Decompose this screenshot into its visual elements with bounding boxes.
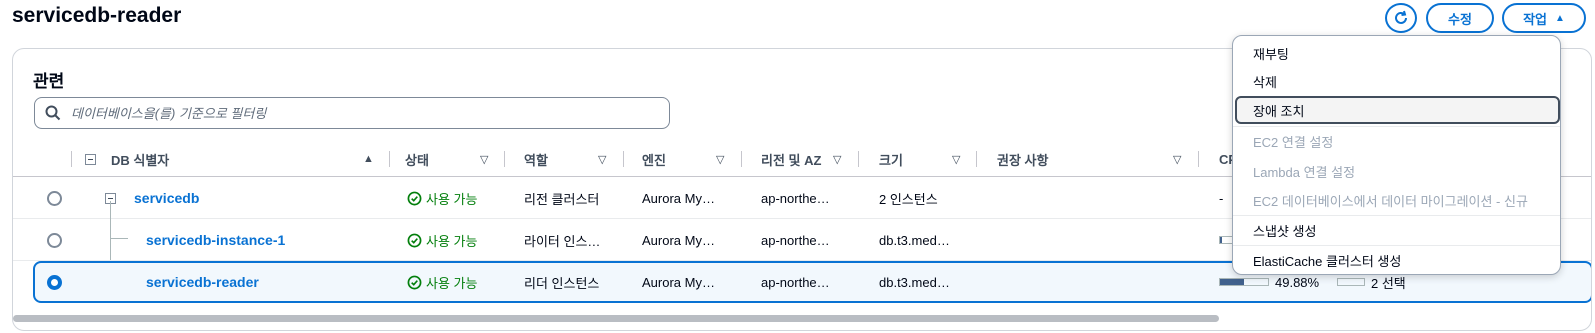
check-circle-icon	[407, 233, 422, 247]
status-badge: 사용 가능	[407, 219, 477, 261]
menu-item-lambda-connection: Lambda 연결 설정	[1253, 164, 1356, 180]
card-title: 관련	[33, 72, 65, 91]
menu-item-create-snapshot[interactable]: 스냅샷 생성	[1235, 216, 1560, 244]
size-cell: db.t3.med…	[879, 232, 950, 248]
status-text: 사용 가능	[426, 275, 478, 291]
menu-item-ec2-migration: EC2 데이터베이스에서 데이터 마이그레이션 - 신규	[1253, 193, 1528, 209]
column-separator	[623, 151, 624, 167]
sort-icon[interactable]: ▽	[1173, 153, 1181, 166]
collapse-icon	[85, 153, 96, 165]
role-cell: 리더 인스턴스	[524, 275, 600, 291]
sort-icon[interactable]: ▽	[716, 153, 724, 166]
column-separator	[976, 151, 977, 167]
connections-value: 2 선택	[1371, 275, 1406, 291]
column-header-region[interactable]: 리전 및 AZ	[761, 141, 821, 177]
search-icon	[45, 105, 61, 121]
expand-all-toggle[interactable]	[85, 141, 96, 177]
sort-icon[interactable]: ▽	[480, 153, 488, 166]
column-separator	[389, 151, 390, 167]
column-header-status[interactable]: 상태	[405, 141, 429, 177]
column-separator	[858, 151, 859, 167]
status-text: 사용 가능	[426, 233, 478, 249]
page: servicedb-reader 수정 작업 ▲ 관련 DB 식별자 ▲	[0, 0, 1595, 333]
column-separator	[741, 151, 742, 167]
status-badge: 사용 가능	[407, 263, 477, 301]
column-header-size[interactable]: 크기	[879, 141, 903, 177]
horizontal-scrollbar[interactable]	[13, 315, 1219, 322]
menu-item-reboot[interactable]: 재부팅	[1235, 39, 1560, 67]
menu-item-create-elasticache[interactable]: ElastiCache 클러스터 생성	[1235, 246, 1560, 274]
cpu-cell: -	[1219, 190, 1224, 206]
search-box[interactable]	[34, 97, 670, 129]
search-input[interactable]	[71, 105, 651, 121]
refresh-icon	[1395, 10, 1407, 24]
engine-cell: Aurora My…	[642, 274, 715, 290]
db-id-link[interactable]: servicedb-reader	[146, 274, 259, 290]
status-text: 사용 가능	[426, 191, 478, 207]
refresh-button[interactable]	[1385, 3, 1417, 33]
row-select-radio[interactable]	[47, 263, 62, 301]
sort-icon[interactable]: ▽	[833, 153, 841, 166]
menu-item-delete[interactable]: 삭제	[1235, 67, 1560, 95]
engine-cell: Aurora My…	[642, 190, 715, 206]
role-cell: 리전 클러스터	[524, 191, 600, 207]
cpu-bar-fill	[1220, 237, 1222, 243]
column-header-recommendations[interactable]: 권장 사항	[997, 141, 1048, 177]
column-header-role[interactable]: 역할	[524, 141, 548, 177]
cpu-value: 49.88%	[1275, 274, 1320, 290]
cpu-bar	[1219, 278, 1269, 286]
page-title: servicedb-reader	[12, 4, 182, 27]
actions-menu: 재부팅 삭제 장애 조치 EC2 연결 설정 Lambda 연결 설정 EC2 …	[1232, 35, 1561, 275]
region-cell: ap-northe…	[761, 190, 830, 206]
radio-selected-icon	[47, 274, 62, 290]
radio-icon	[47, 190, 62, 206]
connections-bar	[1337, 278, 1365, 286]
check-circle-icon	[407, 275, 422, 289]
actions-button[interactable]: 작업 ▲	[1502, 3, 1586, 33]
sort-icon[interactable]: ▽	[598, 153, 606, 166]
db-id-link[interactable]: servicedb	[134, 190, 199, 206]
db-id-link[interactable]: servicedb-instance-1	[146, 232, 285, 248]
size-cell: db.t3.med…	[879, 274, 950, 290]
radio-icon	[47, 232, 62, 248]
menu-item-failover[interactable]: 장애 조치	[1235, 96, 1560, 124]
sort-icon[interactable]: ▽	[952, 153, 960, 166]
status-badge: 사용 가능	[407, 177, 477, 219]
edit-button[interactable]: 수정	[1426, 3, 1494, 33]
cpu-bar-fill	[1220, 279, 1244, 285]
row-select-radio[interactable]	[47, 219, 62, 261]
engine-cell: Aurora My…	[642, 232, 715, 248]
edit-button-label: 수정	[1448, 11, 1472, 27]
region-cell: ap-northe…	[761, 232, 830, 248]
caret-up-icon: ▲	[1555, 12, 1565, 24]
column-separator	[504, 151, 505, 167]
menu-item-ec2-connection: EC2 연결 설정	[1253, 134, 1334, 150]
sort-ascending-icon[interactable]: ▲	[363, 153, 374, 165]
check-circle-icon	[407, 191, 422, 205]
column-separator	[1198, 151, 1199, 167]
row-select-radio[interactable]	[47, 177, 62, 219]
column-separator	[71, 151, 72, 167]
region-cell: ap-northe…	[761, 274, 830, 290]
size-cell: 2 인스턴스	[879, 191, 938, 207]
role-cell: 라이터 인스…	[524, 233, 601, 249]
column-header-db-id[interactable]: DB 식별자	[111, 141, 169, 177]
actions-button-label: 작업	[1523, 11, 1547, 27]
column-header-engine[interactable]: 엔진	[642, 141, 666, 177]
